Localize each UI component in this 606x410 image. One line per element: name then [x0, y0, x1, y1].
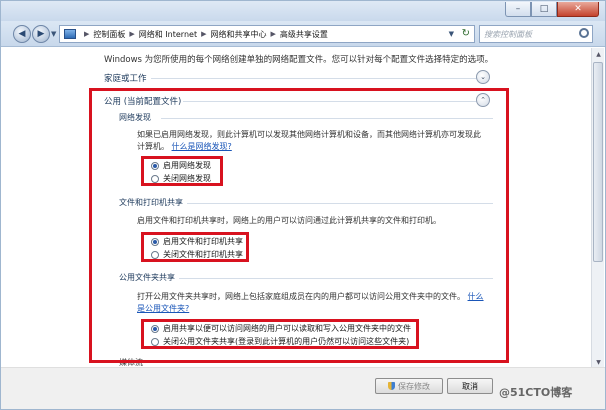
- radio-label: 关闭网络发现: [163, 174, 211, 183]
- network-discovery-description-line2: 计算机。 什么是网络发现?: [137, 141, 497, 153]
- radio-selected-icon[interactable]: [151, 161, 159, 170]
- forward-arrow-icon: ▶: [37, 29, 45, 39]
- radio-label: 关闭公用文件夹共享(登录到此计算机的用户仍然可以访问这些文件夹): [163, 337, 410, 346]
- uac-shield-icon: [388, 382, 395, 390]
- address-bar[interactable]: ▶ 控制面板 ▶ 网络和 Internet ▶ 网络和共享中心 ▶ 高级共享设置…: [59, 25, 475, 43]
- back-arrow-icon: ◀: [18, 29, 26, 39]
- radio-enable-network-discovery[interactable]: 启用网络发现: [151, 160, 211, 171]
- what-is-public-folder-link-line2[interactable]: 是公用文件夹?: [137, 303, 493, 315]
- divider: [187, 203, 493, 204]
- divider: [183, 101, 476, 102]
- profile-home-work-label[interactable]: 家庭或工作: [104, 72, 147, 84]
- search-icon[interactable]: [579, 28, 589, 38]
- search-input[interactable]: 搜索控制面板: [479, 25, 593, 43]
- radio-selected-icon[interactable]: [151, 324, 159, 333]
- public-folder-sharing-description-line1: 打开公用文件夹共享时，网络上包括家庭组成员在内的用户都可以访问公用文件夹中的文件…: [137, 291, 493, 303]
- breadcrumb-item-network-internet[interactable]: 网络和 Internet: [139, 29, 197, 40]
- public-folder-sharing-heading: 公用文件夹共享: [119, 273, 175, 282]
- back-button[interactable]: ◀: [13, 25, 31, 43]
- maximize-button[interactable]: □: [531, 2, 557, 17]
- file-printer-sharing-description: 启用文件和打印机共享时，网络上的用户可以访问通过此计算机共享的文件和打印机。: [137, 216, 441, 225]
- what-is-public-folder-link[interactable]: 什么: [468, 292, 484, 301]
- minimize-button[interactable]: –: [505, 2, 531, 17]
- scroll-up-icon[interactable]: ▲: [592, 48, 605, 60]
- forward-button[interactable]: ▶: [32, 25, 50, 43]
- recent-pages-dropdown-icon[interactable]: ▼: [51, 30, 56, 38]
- expand-chevron-icon[interactable]: ⌄: [476, 70, 490, 84]
- address-dropdown-icon[interactable]: ▼: [449, 30, 454, 38]
- radio-disable-network-discovery[interactable]: 关闭网络发现: [151, 173, 211, 184]
- cancel-button[interactable]: 取消: [447, 378, 493, 394]
- collapse-chevron-icon[interactable]: ⌃: [476, 93, 490, 107]
- close-button[interactable]: ✕: [557, 2, 599, 17]
- breadcrumb-item-control-panel[interactable]: 控制面板: [93, 29, 125, 40]
- network-discovery-description-line2-text: 计算机。: [137, 142, 169, 151]
- radio-disable-public-folder-sharing[interactable]: 关闭公用文件夹共享(登录到此计算机的用户仍然可以访问这些文件夹): [151, 336, 409, 347]
- radio-label: 关闭文件和打印机共享: [163, 250, 243, 259]
- title-bar: – □ ✕: [1, 1, 605, 21]
- radio-selected-icon[interactable]: [151, 237, 159, 246]
- navigation-bar: ◀ ▶ ▼ ▶ 控制面板 ▶ 网络和 Internet ▶ 网络和共享中心 ▶ …: [1, 21, 605, 47]
- save-changes-button[interactable]: 保存修改: [375, 378, 443, 394]
- radio-label: 启用共享以便可以访问网络的用户可以读取和写入公用文件夹中的文件: [163, 324, 411, 333]
- control-panel-icon: [64, 29, 76, 39]
- divider: [151, 78, 476, 79]
- breadcrumb-separator-icon[interactable]: ▶: [129, 30, 134, 38]
- radio-unselected-icon[interactable]: [151, 337, 159, 346]
- radio-enable-file-printer-sharing[interactable]: 启用文件和打印机共享: [151, 236, 243, 247]
- radio-disable-file-printer-sharing[interactable]: 关闭文件和打印机共享: [151, 249, 243, 260]
- intro-text: Windows 为您所使用的每个网络创建单独的网络配置文件。您可以针对每个配置文…: [104, 55, 494, 65]
- public-folder-sharing-description: 打开公用文件夹共享时，网络上包括家庭组成员在内的用户都可以访问公用文件夹中的文件…: [137, 291, 493, 315]
- refresh-icon[interactable]: ↻: [462, 28, 470, 39]
- divider: [179, 278, 493, 279]
- save-changes-label: 保存修改: [398, 381, 430, 391]
- divider: [161, 118, 493, 119]
- file-printer-sharing-heading: 文件和打印机共享: [119, 198, 183, 207]
- scrollbar-thumb[interactable]: [593, 62, 603, 262]
- network-discovery-description: 如果已启用网络发现，则此计算机可以发现其他网络计算机和设备，而其他网络计算机亦可…: [137, 129, 497, 153]
- vertical-scrollbar[interactable]: ▲ ▼: [591, 48, 604, 368]
- network-discovery-description-line1: 如果已启用网络发现，则此计算机可以发现其他网络计算机和设备，而其他网络计算机亦可…: [137, 130, 481, 139]
- network-discovery-heading: 网络发现: [119, 113, 151, 122]
- radio-unselected-icon[interactable]: [151, 250, 159, 259]
- radio-label: 启用文件和打印机共享: [163, 237, 243, 246]
- watermark: @51CTO博客: [499, 386, 573, 399]
- window-controls: – □ ✕: [505, 2, 599, 18]
- breadcrumb-separator-icon[interactable]: ▶: [270, 30, 275, 38]
- action-bar: 保存修改 取消 @51CTO博客: [1, 367, 605, 409]
- breadcrumb-item-advanced-sharing[interactable]: 高级共享设置: [280, 29, 328, 40]
- breadcrumb-separator-icon[interactable]: ▶: [201, 30, 206, 38]
- breadcrumb-item-network-sharing-center[interactable]: 网络和共享中心: [210, 29, 266, 40]
- what-is-network-discovery-link[interactable]: 什么是网络发现?: [172, 142, 232, 151]
- radio-label: 启用网络发现: [163, 161, 211, 170]
- radio-unselected-icon[interactable]: [151, 174, 159, 183]
- settings-content: Windows 为您所使用的每个网络创建单独的网络配置文件。您可以针对每个配置文…: [1, 48, 605, 367]
- public-folder-sharing-description-text: 打开公用文件夹共享时，网络上包括家庭组成员在内的用户都可以访问公用文件夹中的文件…: [137, 292, 465, 301]
- advanced-sharing-window: – □ ✕ ◀ ▶ ▼ ▶ 控制面板 ▶ 网络和 Internet ▶ 网络和共…: [0, 0, 606, 410]
- breadcrumb-separator-icon[interactable]: ▶: [84, 30, 89, 38]
- profile-public-label[interactable]: 公用 (当前配置文件): [104, 95, 181, 107]
- radio-enable-public-folder-sharing[interactable]: 启用共享以便可以访问网络的用户可以读取和写入公用文件夹中的文件: [151, 323, 411, 334]
- search-placeholder: 搜索控制面板: [484, 29, 532, 39]
